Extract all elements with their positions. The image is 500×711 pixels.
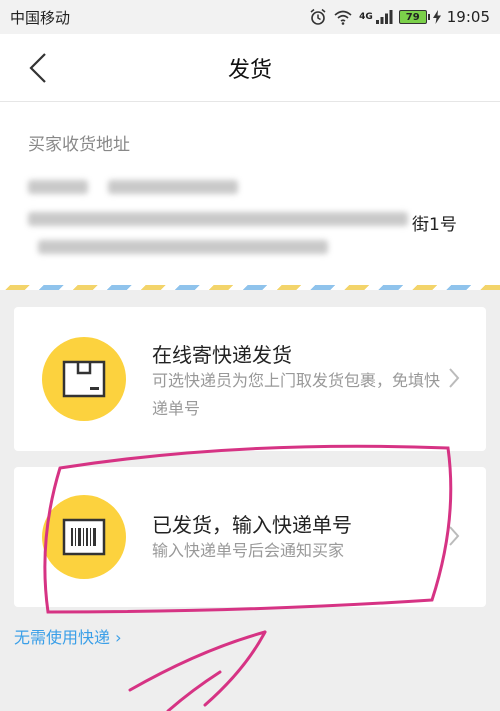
back-button[interactable]: [18, 48, 58, 88]
carrier-name: 中国移动: [10, 8, 71, 27]
blurred-name: [28, 180, 88, 194]
buyer-address-section: 买家收货地址 街1号: [0, 102, 500, 290]
status-icons: 4G 79 19:05: [309, 8, 490, 26]
chevron-left-icon: [29, 53, 46, 83]
option-title: 已发货，输入快递单号: [152, 513, 352, 537]
alarm-icon: [309, 8, 327, 26]
address-suffix: 街1号: [412, 215, 457, 235]
barcode-icon: [62, 518, 106, 556]
signal-icon: [375, 9, 393, 25]
clock-time: 19:05: [446, 8, 490, 26]
wifi-icon: [333, 9, 353, 25]
option-icon-circle: [42, 495, 126, 579]
address-label: 买家收货地址: [28, 135, 130, 155]
battery-level: 79: [405, 11, 420, 23]
chevron-right-icon: [449, 368, 460, 388]
package-box-icon: [62, 360, 106, 398]
option-icon-circle: [42, 337, 126, 421]
online-express-option[interactable]: 在线寄快递发货 可选快递员为您上门取发货包裹，免填快递单号: [14, 307, 486, 451]
network-type: 4G: [359, 12, 373, 22]
option-description: 可选快递员为您上门取发货包裹，免填快递单号: [152, 371, 441, 418]
page-title: 发货: [227, 57, 272, 83]
envelope-stripe: [0, 285, 500, 290]
battery-icon: 79: [398, 10, 430, 24]
blurred-address-line-2: [38, 240, 328, 254]
nav-bar: 发货: [0, 34, 500, 102]
blurred-phone: [108, 180, 238, 194]
chevron-right-icon: [449, 526, 460, 546]
option-description: 输入快递单号后会通知买家: [152, 541, 345, 560]
status-bar: 中国移动 4G 79 19:05: [0, 0, 500, 34]
no-express-needed-link[interactable]: 无需使用快递 ›: [14, 624, 122, 648]
option-title: 在线寄快递发货: [152, 343, 292, 367]
blurred-address-line-1: [28, 212, 408, 226]
charging-icon: [432, 10, 441, 24]
enter-tracking-number-option[interactable]: 已发货，输入快递单号 输入快递单号后会通知买家: [14, 467, 486, 607]
